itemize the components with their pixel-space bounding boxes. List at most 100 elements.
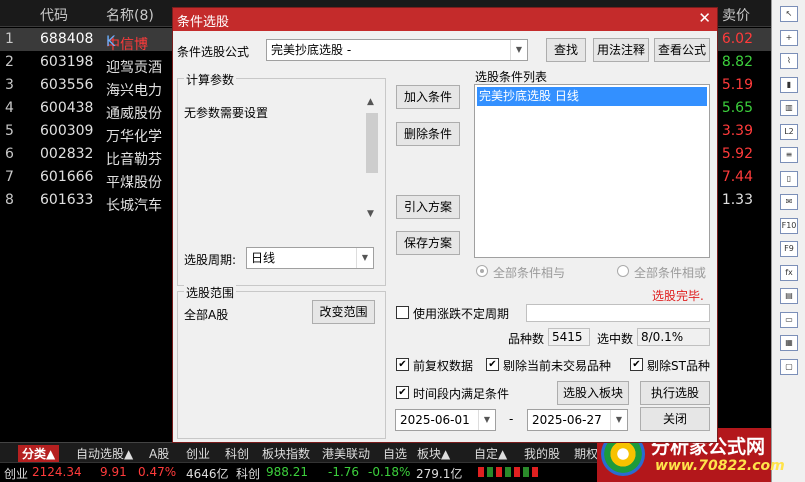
date-to-picker[interactable]: 2025-06-27 ▼ [527, 409, 628, 431]
grid-icon[interactable]: ▦ [780, 335, 798, 351]
scroll-down-icon[interactable]: ▼ [367, 209, 374, 219]
folder-icon[interactable]: ▭ [780, 311, 798, 328]
delete-condition-button[interactable]: 删除条件 [396, 122, 460, 146]
candle-icon[interactable]: ▯ [780, 170, 798, 187]
bottom-tab[interactable]: 自选 [379, 445, 411, 462]
import-plan-button[interactable]: 引入方案 [396, 195, 460, 219]
row-price: 3.39 [721, 123, 753, 139]
level2-icon[interactable]: L2 [780, 123, 798, 140]
add-condition-button[interactable]: 加入条件 [396, 85, 460, 109]
row-code: 600438 [40, 100, 94, 116]
all-and-radio[interactable] [476, 265, 488, 277]
bottom-tab[interactable]: 自定▲ [470, 445, 511, 462]
row-price: 8.82 [721, 54, 753, 70]
params-text: 无参数需要设置 [184, 106, 269, 120]
bottom-tab[interactable]: 板块▲ [413, 445, 454, 462]
bottom-tab[interactable]: 自动选股▲ [72, 445, 137, 462]
header-price[interactable]: 卖价 [722, 5, 750, 25]
view-formula-button[interactable]: 查看公式 [654, 38, 710, 62]
use-rise-fall-checkbox[interactable] [396, 306, 409, 319]
scroll-up-icon[interactable]: ▲ [367, 97, 374, 107]
range-group-title: 选股范围 [184, 284, 237, 301]
range-group: 选股范围 全部A股 改变范围 [177, 284, 386, 439]
row-code: 688408 [40, 31, 94, 47]
f9-icon[interactable]: F9 [780, 241, 798, 257]
dialog-title: 条件选股 [177, 15, 230, 30]
count-label: 品种数 [508, 332, 545, 346]
conditions-list[interactable]: 完美抄底选股 日线 [474, 84, 710, 258]
header-name[interactable]: 名称(8) [106, 5, 154, 25]
timeline-icon[interactable]: ⌇ [780, 53, 798, 69]
row-index: 1 [5, 31, 14, 47]
close-button[interactable]: 关闭 [640, 407, 710, 431]
chevron-down-icon[interactable]: ▼ [610, 410, 627, 430]
conditions-title: 选股条件列表 [475, 70, 548, 84]
index2-change: -1.76 [328, 465, 360, 479]
find-button[interactable]: 查找 [546, 38, 586, 62]
row-index: 8 [5, 192, 14, 208]
doc-icon[interactable]: ▤ [780, 288, 798, 304]
breadth-bar [478, 467, 538, 477]
news-icon[interactable]: ✉ [780, 194, 798, 210]
period-select[interactable]: 日线 ▼ [246, 247, 374, 269]
list-icon[interactable]: ≡ [780, 147, 798, 163]
all-or-label: 全部条件相或 [634, 266, 707, 280]
save-plan-button[interactable]: 保存方案 [396, 231, 460, 255]
bottom-tab[interactable]: 板块指数 [258, 445, 314, 462]
arrow-icon[interactable]: ↖ [780, 6, 798, 22]
dialog-titlebar[interactable]: 条件选股 ✕ [173, 8, 717, 31]
range-value: 全部A股 [184, 308, 229, 322]
chevron-down-icon[interactable]: ▼ [510, 40, 527, 60]
exclude-st-checkbox[interactable]: ✔ [630, 358, 643, 371]
bottom-tab[interactable]: 港美联动 [318, 445, 374, 462]
row-price: 5.92 [721, 146, 753, 162]
fx-icon[interactable]: fx [780, 264, 798, 281]
row-price: 7.44 [721, 169, 753, 185]
chevron-down-icon[interactable]: ▼ [478, 410, 495, 430]
rise-fall-field[interactable] [526, 304, 710, 322]
period-label: 选股周期: [184, 253, 237, 267]
index1-change: 9.91 [100, 465, 127, 479]
bars-icon[interactable]: ▥ [780, 100, 798, 116]
bottom-tab[interactable]: 创业 [182, 445, 214, 462]
formula-label: 条件选股公式 [177, 45, 250, 59]
header-code[interactable]: 代码 [40, 5, 68, 25]
row-code: 603556 [40, 77, 94, 93]
f10-icon[interactable]: F10 [780, 217, 798, 234]
formula-select[interactable]: 完美抄底选股 - ▼ [266, 39, 528, 61]
bottom-tab[interactable]: 我的股 [520, 445, 564, 462]
hit-field: 8/0.1% [637, 328, 710, 346]
time-range-checkbox[interactable]: ✔ [396, 386, 409, 399]
bottom-tab[interactable]: 分类▲ [18, 445, 60, 462]
time-range-label: 时间段内满足条件 [413, 387, 510, 401]
scroll-thumb[interactable] [366, 113, 378, 173]
params-scrollbar[interactable]: ▲ ▼ [364, 95, 380, 225]
change-range-button[interactable]: 改变范围 [312, 300, 375, 324]
row-price: 1.33 [721, 192, 753, 208]
date-from-picker[interactable]: 2025-06-01 ▼ [395, 409, 496, 431]
bottom-tab[interactable]: 科创 [221, 445, 253, 462]
usage-button[interactable]: 用法注释 [593, 38, 649, 62]
row-index: 4 [5, 100, 14, 116]
row-code: 601633 [40, 192, 94, 208]
plus-icon[interactable]: + [780, 29, 798, 46]
index2-name: 科创 [236, 467, 261, 481]
exclude-unlisted-checkbox[interactable]: ✔ [486, 358, 499, 371]
bottom-tab[interactable]: A股 [145, 445, 173, 462]
condition-item[interactable]: 完美抄底选股 日线 [477, 87, 707, 106]
window-icon[interactable]: ▢ [780, 358, 798, 375]
all-or-radio[interactable] [617, 265, 629, 277]
formula-select-value: 完美抄底选股 - [271, 43, 352, 57]
pre-adjust-checkbox[interactable]: ✔ [396, 358, 409, 371]
date-separator: - [509, 412, 514, 426]
execute-select-button[interactable]: 执行选股 [640, 381, 710, 405]
kline-icon[interactable]: ▮ [780, 76, 798, 93]
index2-pct: -0.18% [368, 465, 411, 479]
row-price: 5.65 [721, 100, 753, 116]
chevron-down-icon[interactable]: ▼ [356, 248, 373, 268]
close-icon[interactable]: ✕ [698, 9, 711, 27]
index1-value: 2124.34 [32, 465, 82, 479]
select-to-board-button[interactable]: 选股入板块 [557, 381, 629, 405]
row-name-text: 长城汽车 [106, 198, 162, 214]
logo-url: www.70822.com [655, 458, 785, 474]
